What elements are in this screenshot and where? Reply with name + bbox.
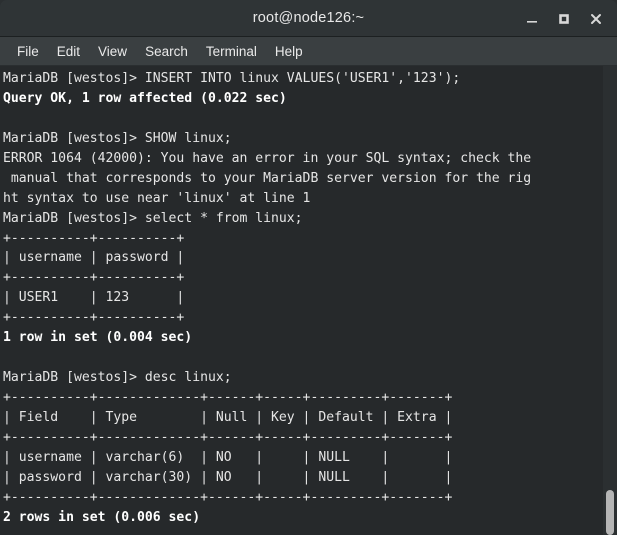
terminal-line: +----------+-------------+------+-----+-… <box>3 489 453 505</box>
maximize-button[interactable] <box>549 5 579 33</box>
terminal-line: MariaDB [westos]> desc linux; <box>3 370 232 386</box>
terminal-line: MariaDB [westos]> SHOW linux; <box>3 130 232 146</box>
terminal-line: Query OK, 1 row affected (0.022 sec) <box>3 90 287 106</box>
menu-bar: File Edit View Search Terminal Help <box>0 37 617 66</box>
terminal-line: ERROR 1064 (42000): You have an error in… <box>3 150 532 166</box>
menu-item-help[interactable]: Help <box>266 41 312 62</box>
terminal-line: | USER1 | 123 | <box>3 290 185 306</box>
terminal-window: root@node126:~ File Edit View Search Ter… <box>0 0 617 535</box>
terminal-output-area[interactable]: MariaDB [westos]> INSERT INTO linux VALU… <box>0 66 617 535</box>
close-button[interactable] <box>581 5 611 33</box>
terminal-line: | username | password | <box>3 250 185 266</box>
title-bar[interactable]: root@node126:~ <box>0 0 617 37</box>
terminal-line: +----------+----------+ <box>3 310 185 326</box>
menu-item-view[interactable]: View <box>89 41 136 62</box>
terminal-line: +----------+----------+ <box>3 230 185 246</box>
terminal-line: | Field | Type | Null | Key | Default | … <box>3 409 453 425</box>
terminal-line: ht syntax to use near 'linux' at line 1 <box>3 190 311 206</box>
scrollbar-thumb[interactable] <box>606 490 614 535</box>
window-controls <box>517 0 611 37</box>
terminal-line: | username | varchar(6) | NO | | NULL | … <box>3 449 453 465</box>
terminal-line: manual that corresponds to your MariaDB … <box>3 170 532 186</box>
window-title: root@node126:~ <box>252 10 365 26</box>
terminal-line: +----------+-------------+------+-----+-… <box>3 390 453 405</box>
terminal-line: 1 row in set (0.004 sec) <box>3 330 193 346</box>
minimize-button[interactable] <box>517 5 547 33</box>
menu-item-search[interactable]: Search <box>136 41 197 62</box>
terminal-text[interactable]: MariaDB [westos]> INSERT INTO linux VALU… <box>3 69 603 535</box>
menu-item-terminal[interactable]: Terminal <box>197 41 266 62</box>
terminal-scrollbar[interactable] <box>603 66 617 535</box>
terminal-line: 2 rows in set (0.006 sec) <box>3 509 201 525</box>
terminal-line: +----------+----------+ <box>3 270 185 286</box>
menu-item-edit[interactable]: Edit <box>48 41 89 62</box>
menu-item-file[interactable]: File <box>8 41 48 62</box>
terminal-line: | password | varchar(30) | NO | | NULL |… <box>3 469 453 485</box>
terminal-line: MariaDB [westos]> INSERT INTO linux VALU… <box>3 71 461 86</box>
terminal-line: MariaDB [westos]> select * from linux; <box>3 210 303 226</box>
terminal-line: +----------+-------------+------+-----+-… <box>3 429 453 445</box>
